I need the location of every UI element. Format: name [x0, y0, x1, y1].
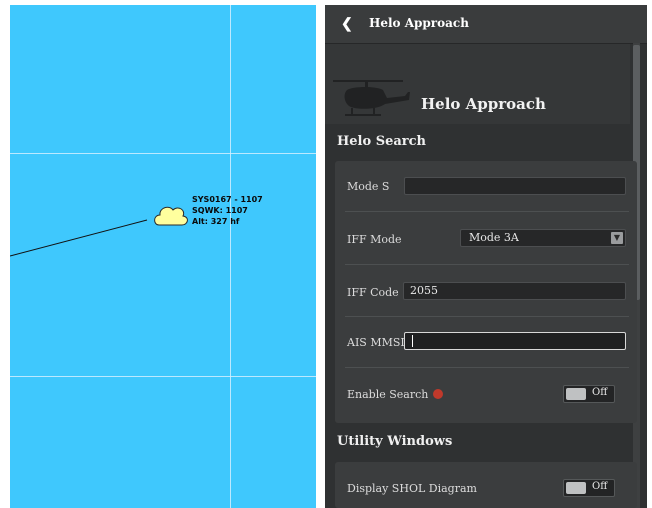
track-label-id: SYS0167 - 1107	[192, 195, 263, 204]
toggle-knob	[566, 388, 586, 400]
search-status-dot	[433, 389, 443, 399]
track-symbol-icon	[154, 206, 188, 226]
shol-diagram-label: Display SHOL Diagram	[347, 482, 477, 495]
track-heading-line	[10, 219, 148, 257]
divider	[345, 367, 629, 368]
ais-mmsi-label: AIS MMSI	[347, 336, 405, 349]
ais-mmsi-field[interactable]	[404, 332, 626, 350]
shol-diagram-toggle[interactable]: Off	[563, 479, 615, 497]
text-caret	[412, 335, 413, 347]
iff-code-field[interactable]: 2055	[403, 282, 626, 300]
helicopter-icon	[333, 80, 410, 116]
divider	[345, 211, 629, 212]
divider	[345, 316, 629, 317]
banner: Helo Approach	[325, 44, 630, 124]
utility-windows-title: Utility Windows	[337, 434, 453, 449]
iff-mode-select[interactable]: Mode 3A ▼	[460, 229, 626, 247]
toggle-state: Off	[592, 481, 608, 492]
track-label-squawk: SQWK: 1107	[192, 206, 248, 215]
iff-mode-label: IFF Mode	[347, 233, 402, 246]
toggle-knob	[566, 482, 586, 494]
mode-s-label: Mode S	[347, 180, 390, 193]
track-label-altitude: Alt: 327 hf	[192, 217, 240, 226]
enable-search-toggle[interactable]: Off	[563, 385, 615, 403]
track-graphics	[10, 206, 188, 257]
toggle-state: Off	[592, 387, 608, 398]
header-title: Helo Approach	[369, 16, 469, 30]
banner-title: Helo Approach	[421, 95, 546, 113]
panel-header: ❮ Helo Approach	[325, 5, 647, 44]
dropdown-arrow-icon[interactable]: ▼	[611, 232, 623, 244]
back-chevron-icon[interactable]: ❮	[341, 16, 353, 30]
utility-windows-card: Display SHOL Diagram Off	[335, 462, 637, 508]
iff-code-label: IFF Code	[347, 286, 399, 299]
iff-mode-value: Mode 3A	[469, 231, 519, 244]
enable-search-label: Enable Search	[347, 388, 429, 401]
map-view[interactable]: SYS0167 - 1107 SQWK: 1107 Alt: 327 hf	[10, 5, 316, 508]
helo-search-title: Helo Search	[337, 134, 426, 149]
helo-search-card: Mode S IFF Mode Mode 3A ▼ IFF Code 2055 …	[335, 161, 637, 423]
divider	[345, 264, 629, 265]
mode-s-field[interactable]	[404, 177, 626, 195]
helo-approach-panel: ❮ Helo Approach Helo Approach Helo Searc…	[325, 5, 647, 508]
